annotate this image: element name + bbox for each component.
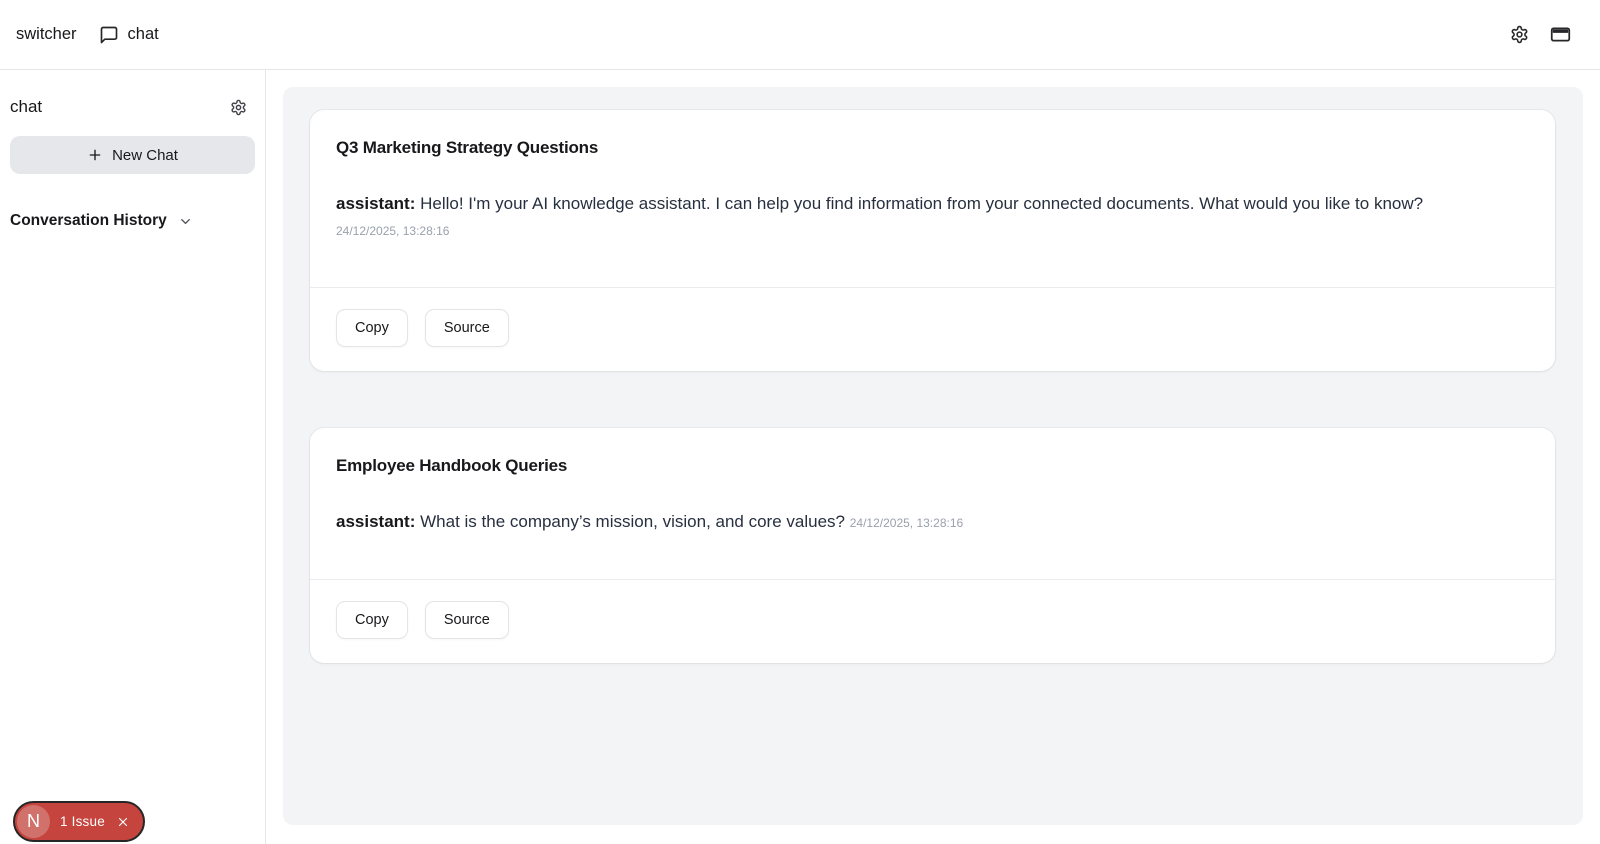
gear-icon — [230, 99, 247, 116]
source-button[interactable]: Source — [424, 601, 509, 639]
nav-chat-tab[interactable]: chat — [99, 25, 159, 45]
header-right-group — [1508, 22, 1573, 47]
new-chat-label: New Chat — [112, 146, 178, 164]
message-role: assistant: — [336, 512, 416, 531]
message-timestamp: 24/12/2025, 13:28:16 — [336, 224, 450, 238]
message-text: Hello! I'm your AI knowledge assistant. … — [420, 194, 1424, 213]
sidebar-header: chat — [10, 97, 247, 117]
conversation-history-label: Conversation History — [10, 212, 167, 229]
chat-bubble-icon — [99, 25, 119, 45]
nav-chat-label: chat — [127, 25, 159, 43]
conversation-card: Employee Handbook Queries assistant: Wha… — [310, 428, 1555, 663]
conversation-card: Q3 Marketing Strategy Questions assistan… — [310, 110, 1555, 371]
gear-icon — [1510, 25, 1529, 44]
sidebar: chat New Chat Conversation History N 1 I… — [0, 70, 266, 844]
source-button[interactable]: Source — [424, 309, 509, 347]
conversation-title: Q3 Marketing Strategy Questions — [336, 138, 599, 157]
message-timestamp: 24/12/2025, 13:28:16 — [849, 516, 964, 530]
card-actions: Copy Source — [310, 287, 1555, 371]
close-icon — [116, 815, 130, 829]
copy-button[interactable]: Copy — [336, 601, 408, 639]
new-chat-button[interactable]: New Chat — [10, 136, 255, 174]
credit-card-icon — [1550, 24, 1571, 45]
sidebar-settings-button[interactable] — [230, 99, 247, 116]
conversation-history-toggle[interactable]: Conversation History — [10, 212, 247, 230]
nextjs-logo-avatar: N — [17, 805, 50, 838]
conversation-title: Employee Handbook Queries — [336, 456, 568, 475]
header-left-group: switcher chat — [16, 25, 159, 45]
message-text: What is the company’s mission, vision, a… — [420, 512, 845, 531]
card-body: Q3 Marketing Strategy Questions assistan… — [310, 110, 1555, 287]
card-body: Employee Handbook Queries assistant: Wha… — [310, 428, 1555, 579]
panel-toggle-button[interactable] — [1548, 22, 1573, 47]
conversation-message: assistant: What is the company’s mission… — [336, 509, 1529, 536]
dev-issue-badge[interactable]: N 1 Issue — [13, 801, 145, 842]
main-content: Q3 Marketing Strategy Questions assistan… — [266, 70, 1600, 844]
plus-icon — [87, 147, 103, 163]
conversation-message: assistant: Hello! I'm your AI knowledge … — [336, 191, 1529, 244]
app-header: switcher chat — [0, 0, 1600, 70]
issue-count-label: 1 Issue — [60, 814, 105, 829]
sidebar-title: chat — [10, 97, 43, 116]
copy-button[interactable]: Copy — [336, 309, 408, 347]
message-role: assistant: — [336, 194, 416, 213]
badge-close-button[interactable] — [116, 815, 130, 829]
settings-button[interactable] — [1508, 23, 1531, 46]
chevron-down-icon — [178, 214, 193, 229]
card-actions: Copy Source — [310, 579, 1555, 663]
switcher-button[interactable]: switcher — [16, 25, 77, 44]
conversation-panel[interactable]: Q3 Marketing Strategy Questions assistan… — [283, 87, 1583, 825]
app-body: chat New Chat Conversation History N 1 I… — [0, 70, 1600, 844]
